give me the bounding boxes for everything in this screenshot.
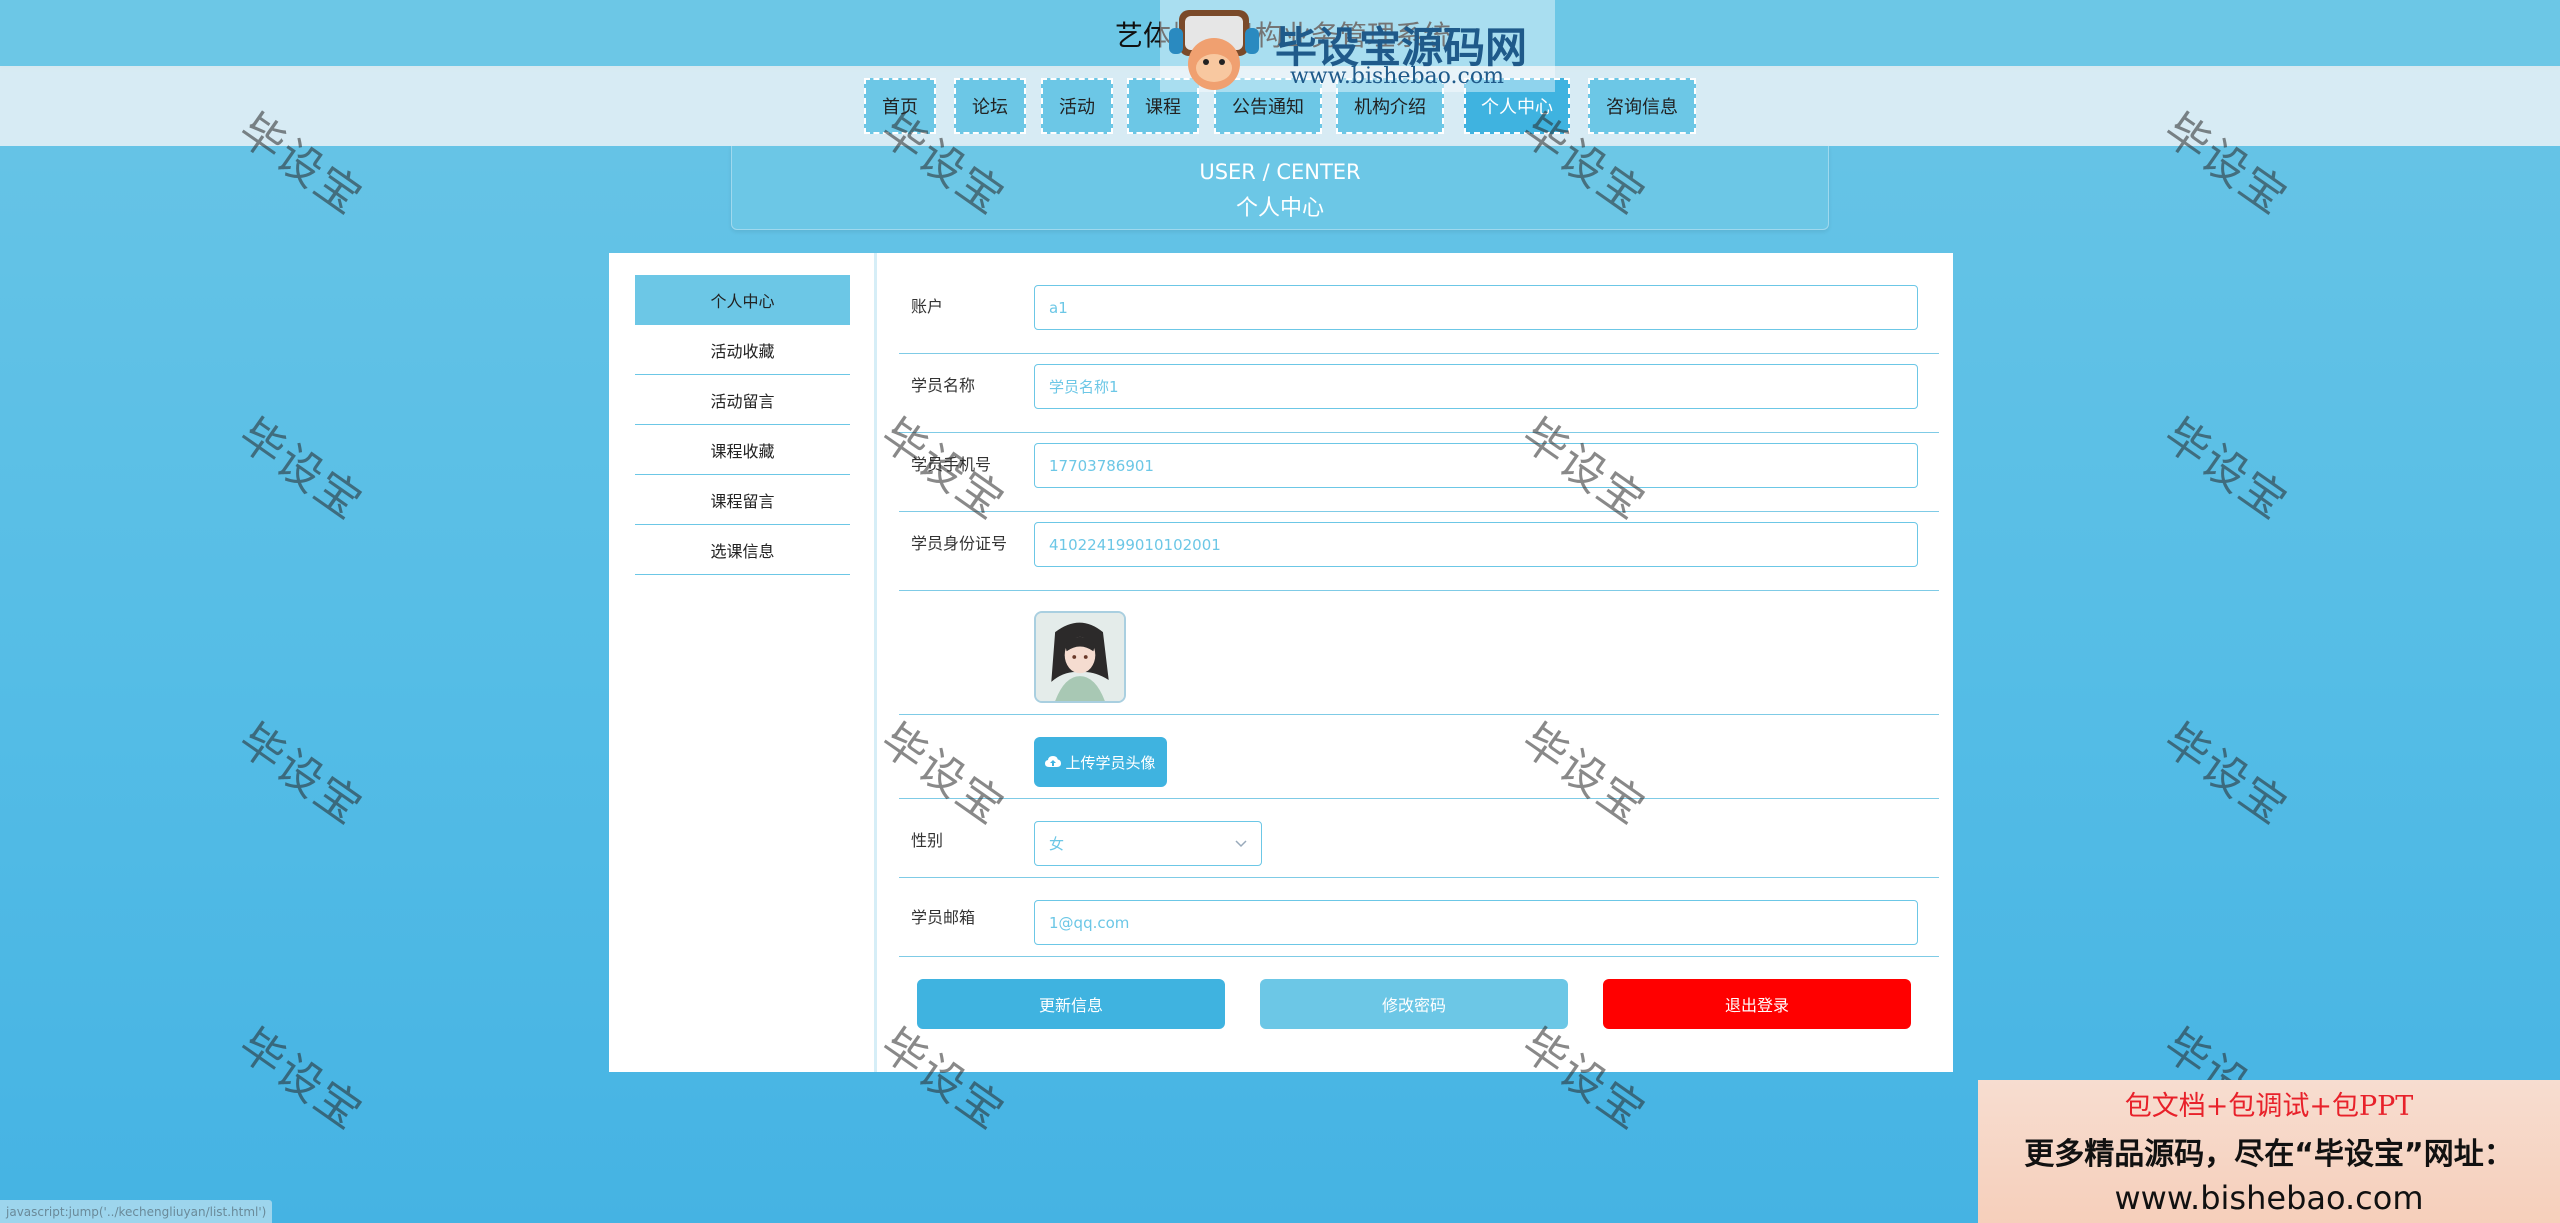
email-label: 学员邮箱 — [911, 908, 976, 927]
profile-form: 账户 a1 学员名称 学员名称1 学员手机号 17703786901 学员身份证… — [899, 275, 1939, 1037]
form-row-email: 学员邮箱 1@qq.com — [899, 878, 1939, 957]
form-row-upload: 上传学员头像 — [899, 715, 1939, 799]
change-password-button[interactable]: 修改密码 — [1260, 979, 1568, 1029]
form-row-avatar — [899, 591, 1939, 715]
nav-activity[interactable]: 活动 — [1041, 78, 1113, 134]
chevron-down-icon — [1235, 839, 1247, 847]
user-center-card: 个人中心 活动收藏 活动留言 课程收藏 课程留言 选课信息 账户 a1 学员名称… — [609, 253, 1953, 1072]
watermark: 毕设宝 — [2154, 714, 2297, 835]
logout-button[interactable]: 退出登录 — [1603, 979, 1911, 1029]
update-info-button[interactable]: 更新信息 — [917, 979, 1225, 1029]
sidebar-item-activity-favorites[interactable]: 活动收藏 — [635, 325, 850, 375]
gender-label: 性别 — [911, 831, 944, 850]
status-bar-url: javascript:jump('../kechengliuyan/list.h… — [0, 1200, 273, 1223]
avatar — [1034, 611, 1126, 703]
sidebar-item-activity-comments[interactable]: 活动留言 — [635, 375, 850, 425]
form-row-id-card: 学员身份证号 410224199010102001 — [899, 512, 1939, 591]
phone-input[interactable]: 17703786901 — [1034, 443, 1918, 488]
nav-consult[interactable]: 咨询信息 — [1588, 78, 1696, 134]
page-subtitle-box: USER / CENTER 个人中心 — [731, 146, 1829, 230]
watermark: 毕设宝 — [229, 1019, 372, 1140]
page-subtitle-en: USER / CENTER — [1199, 160, 1361, 184]
account-input[interactable]: a1 — [1034, 285, 1918, 330]
watermark: 毕设宝 — [229, 714, 372, 835]
nav-home[interactable]: 首页 — [864, 78, 936, 134]
name-input[interactable]: 学员名称1 — [1034, 364, 1918, 409]
form-actions: 更新信息 修改密码 退出登录 — [899, 957, 1939, 1037]
page-subtitle-zh: 个人中心 — [1235, 196, 1324, 221]
action-buttons: 更新信息 修改密码 退出登录 — [917, 979, 1927, 1029]
sidebar-divider — [874, 253, 877, 1072]
phone-label: 学员手机号 — [911, 455, 992, 474]
promo-banner: 包文档+包调试+包PPT 更多精品源码，尽在“毕设宝”网址： www.bishe… — [1978, 1080, 2560, 1223]
sidebar-item-course-selection[interactable]: 选课信息 — [635, 525, 850, 575]
cloud-upload-icon — [1045, 756, 1062, 767]
sidebar-item-course-favorites[interactable]: 课程收藏 — [635, 425, 850, 475]
email-input[interactable]: 1@qq.com — [1034, 900, 1918, 945]
promo-line-2: 更多精品源码，尽在“毕设宝”网址： — [2024, 1137, 2514, 1172]
sidebar-item-course-comments[interactable]: 课程留言 — [635, 475, 850, 525]
sidebar-item-personal-center[interactable]: 个人中心 — [635, 275, 850, 325]
id-card-input[interactable]: 410224199010102001 — [1034, 522, 1918, 567]
watermark: 毕设宝 — [2154, 409, 2297, 530]
form-row-account: 账户 a1 — [899, 275, 1939, 354]
avatar-illustration-icon — [1036, 613, 1124, 701]
account-label: 账户 — [911, 297, 944, 316]
name-label: 学员名称 — [911, 376, 976, 395]
watermark: 毕设宝 — [229, 409, 372, 530]
nav-forum[interactable]: 论坛 — [954, 78, 1026, 134]
form-row-phone: 学员手机号 17703786901 — [899, 433, 1939, 512]
promo-line-3: www.bishebao.com — [2114, 1179, 2424, 1217]
upload-avatar-button[interactable]: 上传学员头像 — [1034, 737, 1167, 787]
promo-line-1: 包文档+包调试+包PPT — [2124, 1091, 2414, 1122]
gender-select[interactable]: 女 — [1034, 821, 1262, 866]
form-row-name: 学员名称 学员名称1 — [899, 354, 1939, 433]
upload-avatar-label: 上传学员头像 — [1065, 753, 1156, 772]
id-card-label: 学员身份证号 — [911, 534, 1008, 553]
sidebar-menu: 个人中心 活动收藏 活动留言 课程收藏 课程留言 选课信息 — [635, 275, 850, 575]
gender-selected-value: 女 — [1049, 835, 1065, 853]
logo-url: www.bishebao.com — [1290, 64, 1504, 89]
form-row-gender: 性别 女 — [899, 799, 1939, 878]
mascot-logo-icon — [1169, 10, 1259, 90]
